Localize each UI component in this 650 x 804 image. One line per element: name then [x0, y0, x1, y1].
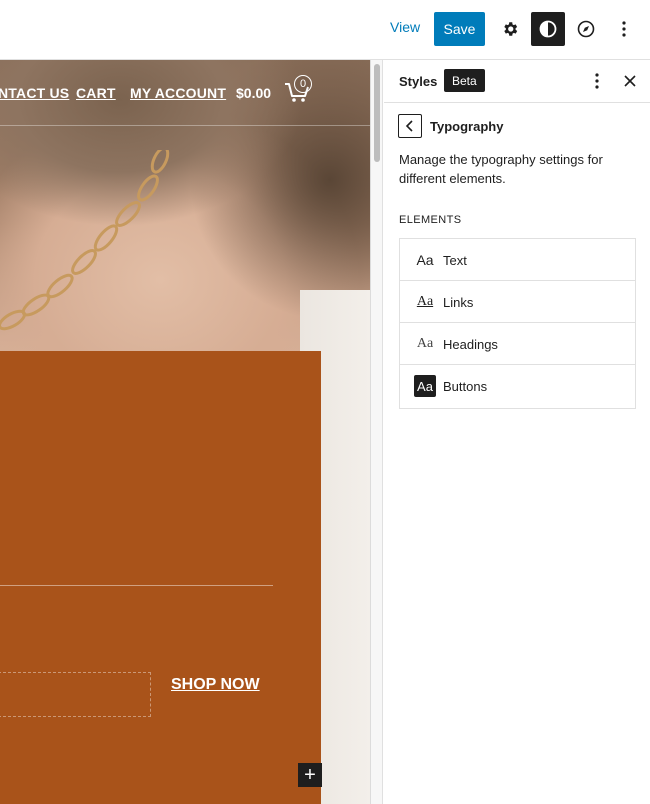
nav-my-account[interactable]: MY ACCOUNT — [130, 85, 226, 101]
chevron-left-icon — [405, 120, 413, 132]
editor-canvas[interactable]: NTACT US CART MY ACCOUNT $0.00 0 SHOP NO… — [0, 60, 370, 804]
promo-divider — [0, 585, 273, 586]
close-icon — [624, 75, 636, 87]
canvas-scrollbar[interactable] — [370, 60, 383, 804]
settings-button[interactable] — [493, 12, 527, 46]
shop-now-link[interactable]: SHOP NOW — [171, 676, 260, 694]
panel-description: Manage the typography settings for diffe… — [399, 152, 603, 186]
element-item-text[interactable]: Aa Text — [400, 239, 635, 281]
sidebar-title: Styles — [399, 74, 438, 89]
styles-sidebar: Styles Beta Typography Manage the typogr… — [384, 60, 650, 804]
styles-button[interactable] — [531, 12, 565, 46]
elements-list: Aa Text Aa Links Aa Headings Aa Buttons — [399, 238, 636, 409]
cart-total: $0.00 — [236, 85, 272, 101]
vertical-ellipsis-icon — [622, 21, 626, 37]
half-circle-contrast-icon — [539, 20, 557, 38]
save-button[interactable]: Save — [434, 12, 485, 46]
nav-cart[interactable]: CART — [76, 85, 116, 101]
options-button[interactable] — [607, 12, 641, 46]
nav-contact-us[interactable]: NTACT US — [0, 85, 69, 101]
typography-preview-icon: Aa — [416, 336, 434, 351]
plus-icon: + — [304, 764, 316, 786]
element-item-buttons[interactable]: Aa Buttons — [400, 365, 635, 408]
compass-icon — [577, 20, 595, 38]
element-item-links[interactable]: Aa Links — [400, 281, 635, 323]
scrollbar-thumb[interactable] — [374, 64, 380, 162]
element-label: Buttons — [443, 379, 488, 394]
sidebar-header: Styles Beta — [384, 60, 650, 103]
back-button[interactable] — [398, 114, 422, 138]
sidebar-close-button[interactable] — [620, 71, 640, 91]
cart-count-badge: 0 — [294, 75, 312, 93]
promo-block[interactable]: SHOP NOW — [0, 351, 321, 804]
typography-preview-icon: Aa — [416, 294, 434, 309]
element-item-headings[interactable]: Aa Headings — [400, 323, 635, 365]
gear-icon — [504, 22, 518, 36]
elements-heading: ELEMENTS — [399, 214, 462, 226]
view-button[interactable]: View — [390, 19, 420, 35]
add-block-button[interactable]: + — [298, 763, 322, 787]
element-label: Text — [443, 253, 467, 268]
beta-badge: Beta — [444, 69, 485, 92]
site-navigation: NTACT US CART MY ACCOUNT $0.00 0 — [0, 60, 370, 126]
vertical-ellipsis-icon — [595, 73, 599, 89]
element-label: Headings — [443, 337, 498, 352]
typography-preview-icon: Aa — [416, 252, 434, 268]
email-input-placeholder[interactable] — [0, 672, 151, 717]
panel-title: Typography — [430, 119, 504, 134]
editor-toolbar: View Save — [0, 0, 650, 60]
element-label: Links — [443, 295, 474, 310]
typography-preview-icon: Aa — [414, 375, 436, 397]
navigation-button[interactable] — [569, 12, 603, 46]
necklace-chain-image — [0, 150, 170, 331]
sidebar-options-button[interactable] — [586, 70, 608, 92]
